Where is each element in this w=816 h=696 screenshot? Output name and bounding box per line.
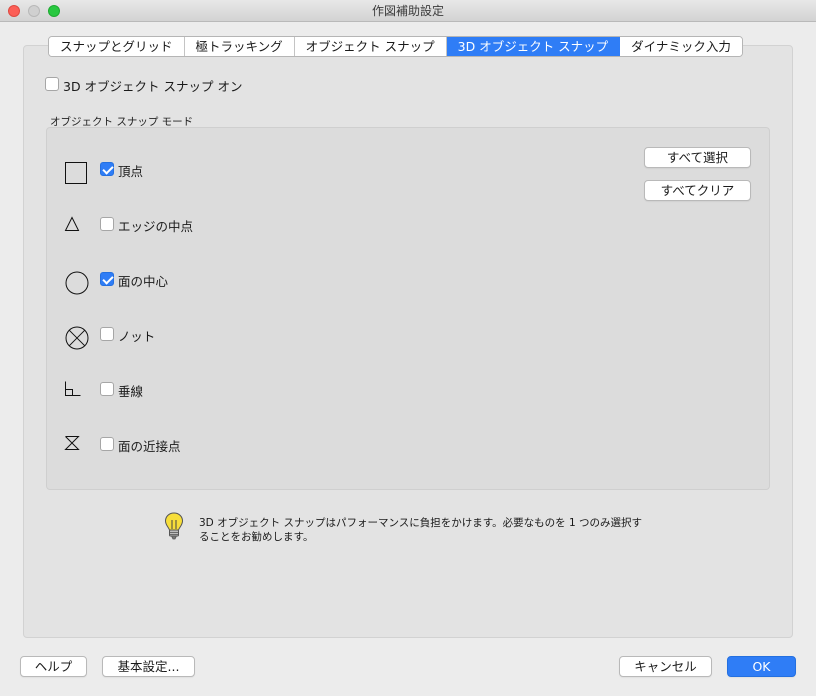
- hourglass-icon: [64, 436, 80, 450]
- mode-vertex-checkbox[interactable]: [100, 162, 114, 176]
- tab-dynamic-input[interactable]: ダイナミック入力: [620, 37, 742, 56]
- circle-icon: [65, 271, 89, 295]
- tab-polar-tracking[interactable]: 極トラッキング: [184, 37, 295, 56]
- clear-all-button[interactable]: すべてクリア: [644, 180, 751, 201]
- performance-hint-line-2: ることをお勧めします。: [199, 531, 314, 543]
- cancel-button[interactable]: キャンセル: [619, 656, 712, 677]
- mode-face-center-label[interactable]: 面の中心: [118, 271, 168, 290]
- tab-snap-grid[interactable]: スナップとグリッド: [49, 37, 185, 56]
- help-button[interactable]: ヘルプ: [20, 656, 87, 677]
- window-title: 作図補助設定: [371, 4, 444, 18]
- triangle-icon: [64, 216, 80, 231]
- ok-button[interactable]: OK: [727, 656, 796, 677]
- lightbulb-icon: [164, 512, 184, 540]
- performance-hint-line-1: 3D オブジェクト スナップはパフォーマンスに負担をかけます。必要なものを 1 …: [199, 517, 643, 529]
- circle-x-icon: [65, 326, 89, 350]
- mode-knot-checkbox[interactable]: [100, 327, 114, 341]
- mode-perpendicular-checkbox[interactable]: [100, 382, 114, 396]
- select-all-button[interactable]: すべて選択: [644, 147, 751, 168]
- mode-face-nearest-checkbox[interactable]: [100, 437, 114, 451]
- snap-on-checkbox[interactable]: [45, 77, 59, 91]
- mode-edge-midpoint-label[interactable]: エッジの中点: [118, 216, 193, 235]
- title-bar: 作図補助設定: [0, 0, 816, 22]
- tab-bar: スナップとグリッド 極トラッキング オブジェクト スナップ 3D オブジェクト …: [48, 36, 743, 57]
- dialog-window: 作図補助設定 スナップとグリッド 極トラッキング オブジェクト スナップ 3D …: [0, 0, 816, 696]
- mode-vertex-label[interactable]: 頂点: [118, 161, 143, 180]
- performance-hint: 3D オブジェクト スナップはパフォーマンスに負担をかけます。必要なものを 1 …: [199, 516, 669, 544]
- perpendicular-icon: [65, 381, 81, 396]
- square-icon: [65, 162, 87, 184]
- mode-knot-label[interactable]: ノット: [118, 326, 155, 345]
- snap-on-label[interactable]: 3D オブジェクト スナップ オン: [63, 76, 243, 95]
- mode-edge-midpoint-checkbox[interactable]: [100, 217, 114, 231]
- tab-object-snap[interactable]: オブジェクト スナップ: [294, 37, 447, 56]
- tab-3d-object-snap[interactable]: 3D オブジェクト スナップ: [446, 37, 621, 56]
- mode-perpendicular-label[interactable]: 垂線: [118, 381, 143, 400]
- mode-face-nearest-label[interactable]: 面の近接点: [118, 436, 181, 455]
- mode-face-center-checkbox[interactable]: [100, 272, 114, 286]
- options-button[interactable]: 基本設定...: [102, 656, 195, 677]
